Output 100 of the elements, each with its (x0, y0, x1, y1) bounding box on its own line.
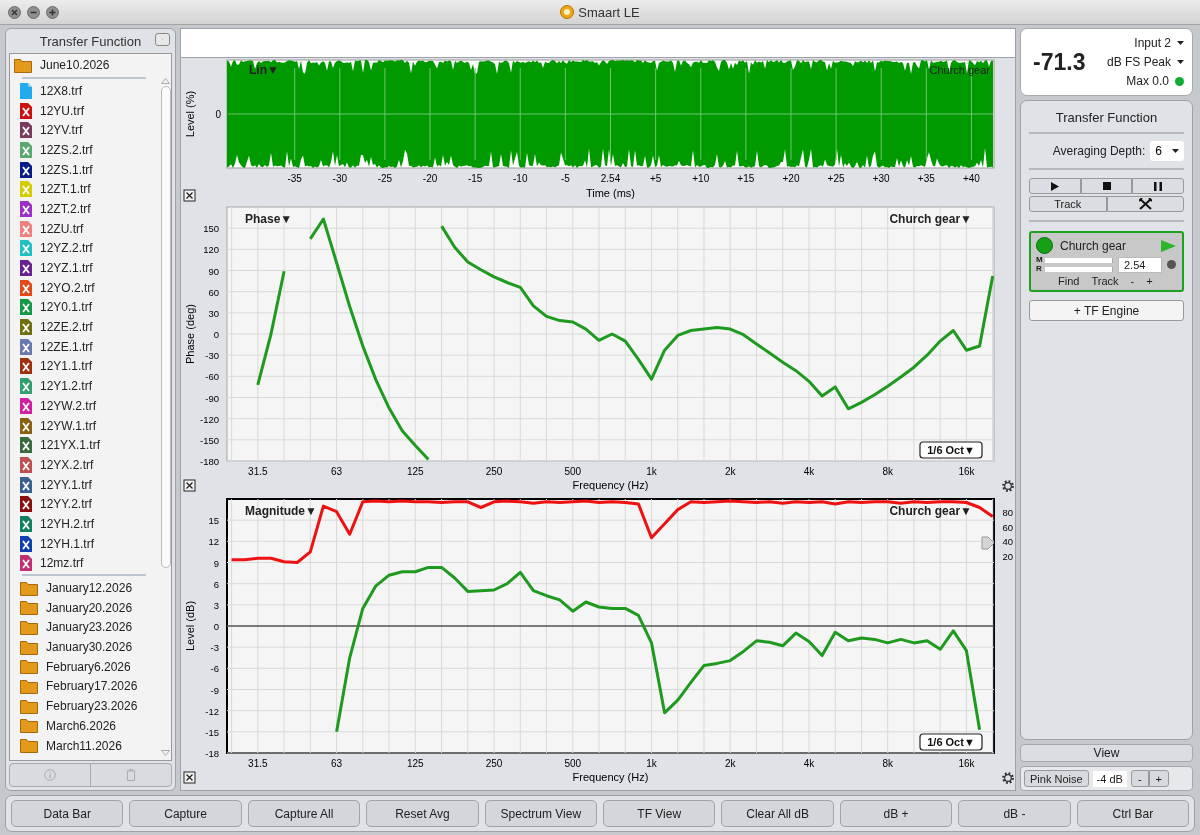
engine-button[interactable]: Find (1056, 275, 1082, 287)
input-dropdown[interactable]: Input 2 (1134, 36, 1184, 50)
axis-title: Frequency (Hz) (572, 771, 649, 783)
engine-button[interactable]: + (1144, 275, 1155, 287)
folder-item[interactable]: February6.2026 (10, 656, 160, 677)
file-item[interactable]: 12YW.2.trf (10, 396, 160, 416)
toolbar-button[interactable]: Clear All dB (721, 800, 834, 827)
folder-item[interactable]: January12.2026 (10, 578, 160, 598)
level-field[interactable]: -4 dB (1092, 770, 1127, 787)
file-item[interactable]: 12YV.trf (10, 120, 160, 141)
axis-tick-label: 8k (882, 466, 893, 477)
scrollbar-thumb[interactable] (160, 86, 171, 568)
folder-item[interactable]: March6.2026 (10, 716, 160, 736)
file-item[interactable]: 12YZ.1.trf (10, 258, 160, 278)
maximize-icon[interactable] (46, 5, 59, 19)
toolbar-button[interactable]: Reset Avg (366, 800, 479, 827)
file-item[interactable]: 12ZE.2.trf (10, 317, 160, 337)
pause-button[interactable] (1132, 178, 1184, 194)
file-item[interactable]: 12Y1.2.trf (10, 376, 160, 396)
file-item[interactable]: 12X8.trf (10, 81, 160, 101)
axis-tick-label: -60 (205, 371, 219, 383)
close-icon[interactable] (183, 189, 196, 202)
step-button[interactable]: - (1130, 770, 1149, 787)
trace-dropdown[interactable]: Church gear▼ (889, 504, 972, 518)
file-item[interactable]: 12YX.2.trf (10, 455, 160, 475)
file-item[interactable]: 12YW.1.trf (10, 415, 160, 436)
add-engine-button[interactable]: + TF Engine (1029, 300, 1184, 321)
file-item[interactable]: 12Y0.1.trf (10, 297, 160, 318)
axis-tick-label: 9 (213, 557, 219, 569)
meter-label: R (1036, 265, 1043, 273)
close-icon[interactable] (183, 479, 196, 492)
track-button[interactable]: Track (1029, 196, 1107, 212)
file-item[interactable]: 12ZU.trf (10, 218, 160, 239)
axis-tick-label: 90 (208, 265, 219, 277)
folder-icon (20, 659, 38, 675)
close-icon[interactable] (8, 5, 21, 19)
file-item[interactable]: 12YZ.2.trf (10, 238, 160, 259)
file-item[interactable]: 12ZT.2.trf (10, 199, 160, 219)
axis-tick-label: +25 (827, 173, 845, 184)
plot-type-dropdown[interactable]: Magnitude▼ (245, 504, 317, 518)
folder-item[interactable]: June10.2026 (10, 54, 160, 76)
toolbar-button[interactable]: dB + (839, 800, 953, 827)
smoothing-dropdown[interactable]: 1/6 Oct▼ (919, 733, 983, 751)
toolbar-button[interactable]: Capture All (247, 800, 361, 827)
view-button[interactable]: View (1020, 744, 1193, 762)
file-item[interactable]: 12YH.2.trf (10, 514, 160, 534)
generator-button[interactable]: Pink Noise (1024, 770, 1089, 787)
axis-tick-label: 15 (208, 515, 219, 527)
folder-item[interactable]: February17.2026 (10, 676, 160, 697)
menu-button[interactable] (155, 33, 170, 46)
folder-item[interactable]: January20.2026 (10, 597, 160, 618)
toolbar-button[interactable]: Capture (129, 800, 242, 827)
step-button[interactable]: + (1148, 770, 1169, 787)
averaging-dropdown[interactable]: 6 (1150, 141, 1184, 161)
axis-tick-label: -15 (205, 726, 219, 738)
trace-dropdown[interactable]: Church gear▼ (889, 212, 972, 226)
axis-tick-label: 0 (213, 621, 219, 632)
file-item[interactable]: 12ZT.1.trf (10, 179, 160, 200)
engine-button[interactable]: Track (1089, 275, 1121, 287)
file-item[interactable]: 12ZS.2.trf (10, 140, 160, 160)
play-icon (1050, 181, 1060, 191)
folder-item[interactable]: January23.2026 (10, 617, 160, 638)
file-item[interactable]: 12ZE.1.trf (10, 336, 160, 357)
folder-item[interactable]: February23.2026 (10, 696, 160, 716)
file-item[interactable]: 12Y1.1.trf (10, 356, 160, 377)
toolbar-button[interactable]: TF View (603, 800, 716, 827)
file-item[interactable]: 12YY.2.trf (10, 494, 160, 515)
smoothing-dropdown[interactable]: 1/6 Oct▼ (919, 441, 983, 459)
file-item[interactable]: 121YX.1.trf (10, 435, 160, 456)
toolbar-button[interactable]: Spectrum View (484, 800, 598, 827)
toolbar-button[interactable]: Ctrl Bar (1076, 800, 1190, 827)
axis-tick-label: 150 (203, 223, 219, 235)
level-marker-icon[interactable] (981, 536, 995, 550)
delay-field[interactable]: 2.54 (1118, 256, 1162, 273)
scale-dropdown[interactable]: dB FS Peak (1106, 55, 1184, 69)
axis-tick-label: 125 (406, 758, 424, 769)
engine-button[interactable]: - (1128, 275, 1137, 287)
file-item[interactable]: 12YH.1.trf (10, 533, 160, 554)
file-item[interactable]: 12mz.trf (10, 553, 160, 574)
tools-button[interactable] (1106, 196, 1184, 212)
plot-type-dropdown[interactable]: Lin▼ (249, 63, 279, 77)
axis-tick-label: +20 (782, 173, 800, 184)
settings-icon[interactable] (1002, 480, 1014, 492)
toolbar-button[interactable]: Data Bar (11, 800, 124, 827)
axis-tick-label: +40 (962, 173, 980, 184)
settings-icon[interactable] (1002, 772, 1014, 784)
toolbar-button[interactable]: dB - (958, 800, 1071, 827)
stop-button[interactable] (1080, 178, 1133, 194)
folder-item[interactable]: March11.2026 (10, 735, 160, 756)
file-item[interactable]: 12YO.2.trf (10, 277, 160, 298)
file-item[interactable]: 12YY.1.trf (10, 474, 160, 495)
file-item[interactable]: 12ZS.1.trf (10, 159, 160, 180)
minimize-icon[interactable] (27, 5, 40, 19)
plot-type-dropdown[interactable]: Phase▼ (245, 212, 293, 226)
folder-item[interactable]: January30.2026 (10, 637, 160, 657)
trash-icon (126, 769, 136, 781)
close-icon[interactable] (183, 771, 196, 784)
play-button[interactable] (1029, 178, 1081, 194)
file-item[interactable]: 12YU.trf (10, 100, 160, 121)
axis-tick-label: +30 (872, 173, 890, 184)
